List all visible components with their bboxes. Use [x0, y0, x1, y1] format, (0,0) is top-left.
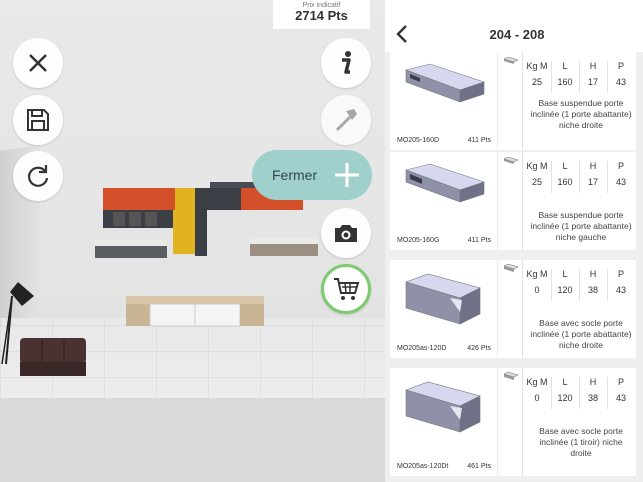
save-button[interactable]	[13, 95, 63, 145]
product-card[interactable]: MO205-160G 411 Pts Kg M 25 L 160 H 17 P 43 B…	[390, 152, 636, 250]
cart-button[interactable]	[321, 264, 371, 314]
reset-button[interactable]	[13, 151, 63, 201]
dim-h: H 38	[587, 377, 598, 403]
product-image: MO205-160G 411 Pts	[390, 152, 498, 250]
small-preview-icon	[503, 263, 519, 272]
panel-header: 204 - 208	[385, 0, 643, 52]
dim-l: L 120	[557, 269, 573, 295]
dim-kg: Kg M 25	[526, 61, 548, 87]
dim-kg: Kg M 25	[526, 161, 548, 187]
product-points: 461 Pts	[467, 463, 491, 470]
small-preview-icon	[503, 156, 519, 164]
refresh-icon	[27, 165, 49, 187]
product-image: MO205as-120D 426 Pts	[390, 260, 498, 358]
build-button[interactable]	[321, 95, 371, 145]
floor-lamp[interactable]	[0, 278, 40, 368]
product-card[interactable]: MO205-160D 411 Pts Kg M 25 L 160 H 17 P 43 B…	[390, 52, 636, 150]
product-ref: MO205as-120D	[397, 345, 447, 352]
dim-p: P 43	[615, 161, 626, 187]
dim-h: H 17	[587, 61, 598, 87]
product-description: Base suspendue porte inclinée (1 porte a…	[530, 98, 632, 130]
price-indicator: Prix indicatif 2714 Pts	[273, 0, 370, 29]
product-3d-icon	[404, 163, 485, 203]
product-card[interactable]: MO205as-120D 426 Pts Kg M0 L 120 H 38 P 43 …	[390, 260, 636, 358]
product-description: Base avec socle porte inclinée (1 porte …	[530, 318, 632, 350]
dim-h: H 17	[587, 161, 598, 187]
product-image: MO205-160D 411 Pts	[390, 52, 498, 150]
product-points: 411 Pts	[467, 137, 491, 144]
product-3d-icon	[404, 63, 485, 103]
dim-kg: Kg M0	[526, 269, 548, 295]
dim-l: L 160	[557, 161, 573, 187]
product-3d-icon	[405, 381, 481, 433]
plus-icon	[335, 163, 359, 187]
product-points: 411 Pts	[467, 237, 491, 244]
close-icon	[29, 54, 47, 72]
product-3d-icon	[405, 273, 481, 325]
camera-button[interactable]	[321, 208, 371, 258]
cart-icon	[334, 278, 360, 300]
fermer-button[interactable]: Fermer	[252, 150, 372, 200]
room-3d-view[interactable]: Prix indicatif 2714 Pts Fermer	[0, 0, 385, 482]
small-preview-icon	[503, 56, 519, 64]
info-icon	[342, 51, 351, 74]
camera-icon	[335, 225, 357, 242]
dim-kg: Kg M0	[526, 377, 548, 403]
floor-foreground	[0, 398, 385, 482]
dim-p: P 43	[615, 269, 626, 295]
product-card[interactable]: MO205as-120Dt 461 Pts Kg M0 L 120 H 38 P 43…	[390, 368, 636, 476]
wall-shelf-small[interactable]	[250, 238, 320, 260]
product-ref: MO205-160D	[397, 137, 440, 144]
product-ref: MO205-160G	[397, 237, 440, 244]
product-points: 426 Pts	[467, 345, 491, 352]
dim-p: P 43	[615, 61, 626, 87]
dim-p: P 43	[615, 377, 626, 403]
product-ref: MO205as-120Dt	[397, 463, 449, 470]
dim-l: L 160	[557, 61, 573, 87]
price-value: 2714 Pts	[295, 8, 348, 23]
divider	[522, 52, 523, 150]
divider	[522, 368, 523, 476]
product-description: Base avec socle porte inclinée (1 tiroir…	[539, 426, 623, 458]
close-button[interactable]	[13, 38, 63, 88]
dim-h: H 38	[587, 269, 598, 295]
catalog-panel[interactable]: 204 - 208 MO205-160D 411 Pts Kg M 25 L 160…	[385, 0, 643, 482]
panel-title: 204 - 208	[489, 27, 545, 42]
info-button[interactable]	[321, 38, 371, 88]
product-image: MO205as-120Dt 461 Pts	[390, 368, 498, 476]
fermer-label: Fermer	[272, 167, 318, 183]
hammer-icon	[335, 109, 357, 132]
save-icon	[27, 109, 49, 131]
small-preview-icon	[503, 371, 519, 380]
dim-l: L 120	[557, 377, 573, 403]
divider	[522, 152, 523, 250]
tv-bench[interactable]	[126, 296, 266, 338]
divider	[522, 260, 523, 358]
product-description: Base suspendue porte inclinée (1 porte a…	[530, 210, 632, 242]
